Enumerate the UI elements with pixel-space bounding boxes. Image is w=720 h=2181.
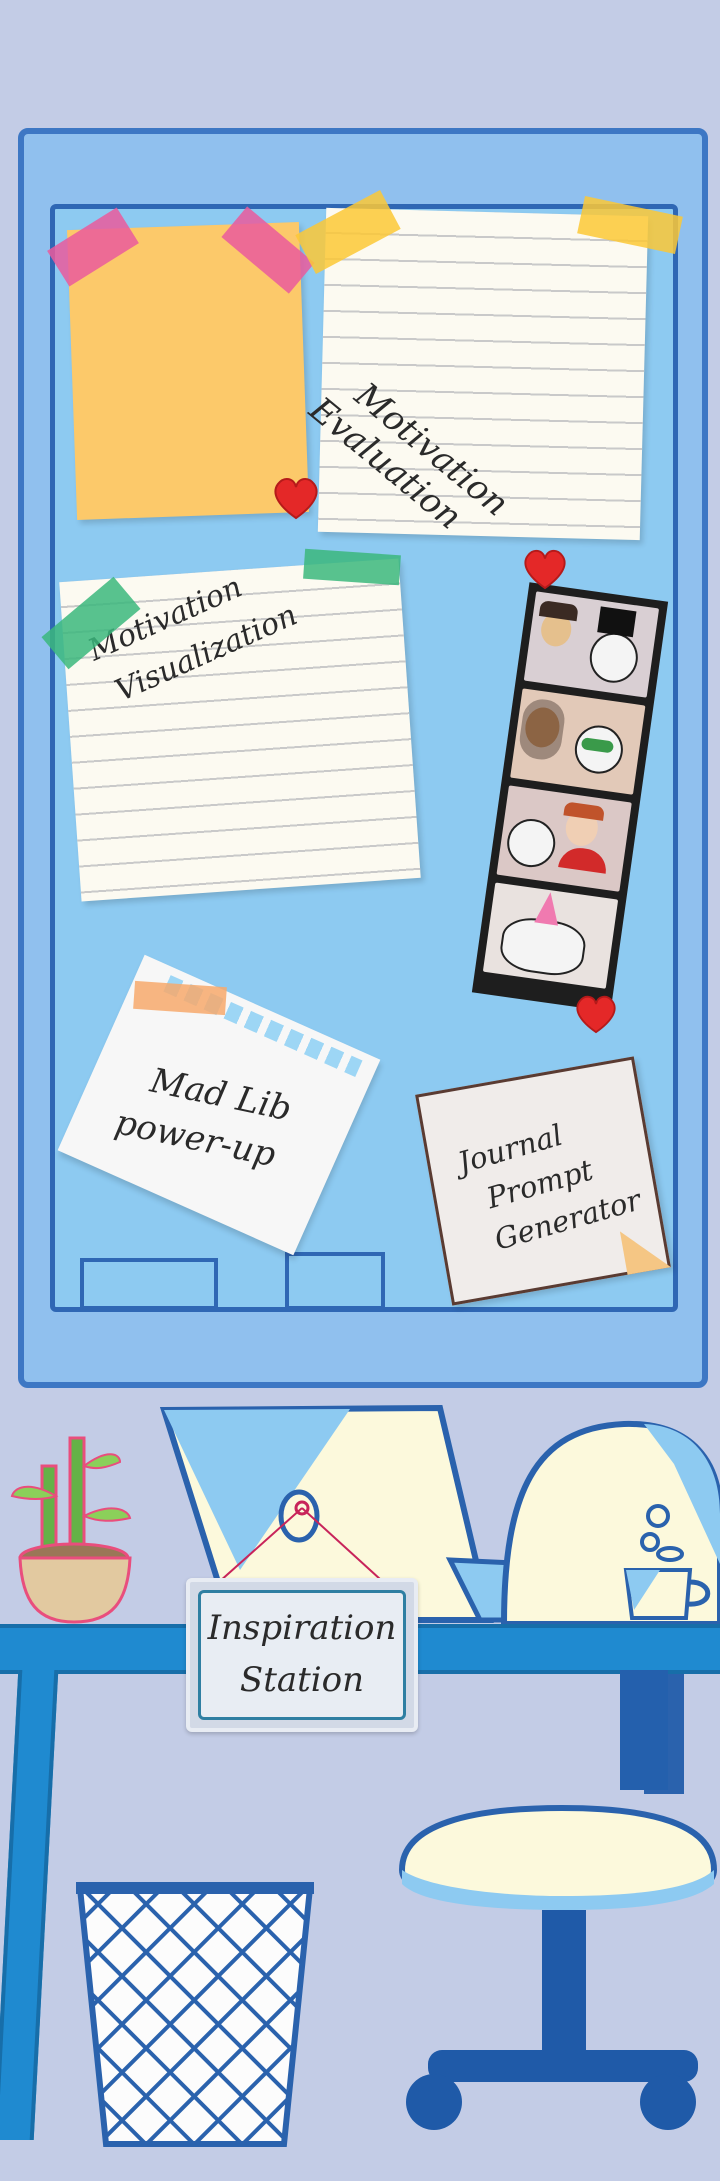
inspiration-station-sign: Inspiration Station [186, 1578, 418, 1732]
heart-icon [274, 478, 318, 520]
board-tray-left [80, 1258, 218, 1310]
board-tray-right [285, 1252, 385, 1310]
motivation-evaluation-card[interactable]: Motivation Evaluation [301, 207, 649, 541]
photo-frame-4 [482, 882, 619, 989]
heart-icon [576, 995, 616, 1034]
sign-line1: Inspiration [207, 1608, 397, 1648]
wastebasket-icon [76, 1882, 314, 2147]
photo-frame-1 [523, 591, 660, 698]
journal-prompt-card[interactable]: Journal Prompt Generator [415, 1056, 671, 1306]
desk-leg-right-shadow [620, 1670, 668, 1790]
heart-icon [524, 549, 566, 590]
mug-icon [623, 1504, 711, 1620]
photo-frame-2 [510, 688, 646, 795]
sign-line2: Station [239, 1660, 365, 1700]
mad-lib-title: Mad Lib power-up [111, 1051, 346, 1191]
page-curl [619, 1223, 671, 1275]
photo-frame-3 [496, 785, 632, 892]
plant-icon [10, 1436, 132, 1624]
chair-seat [398, 1804, 718, 2130]
